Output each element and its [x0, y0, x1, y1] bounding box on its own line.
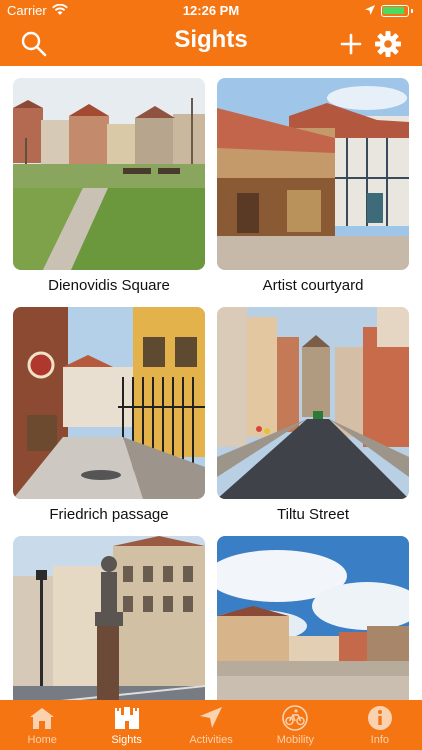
location-icon	[364, 4, 376, 19]
sight-name: Friedrich passage	[49, 506, 169, 523]
tab-mobility[interactable]: Mobility	[253, 700, 337, 750]
tab-bar: Home Sights Activities Mobility Info	[0, 700, 422, 750]
tab-label: Mobility	[276, 734, 315, 746]
tab-sights[interactable]: Sights	[84, 700, 168, 750]
sight-name: Tiltu Street	[277, 506, 349, 523]
castle-icon	[114, 707, 139, 729]
sight-photo	[13, 536, 205, 700]
sight-card[interactable]: Tiltu Street	[217, 307, 409, 523]
sight-card[interactable]	[13, 536, 205, 700]
tab-home[interactable]: Home	[0, 700, 84, 750]
top-bar: Carrier 12:26 PM Sights	[0, 0, 422, 66]
sight-photo	[13, 78, 205, 270]
sight-photo	[217, 78, 409, 270]
gear-icon	[375, 31, 401, 57]
sight-photo	[13, 307, 205, 499]
sight-photo	[217, 536, 409, 700]
sight-card[interactable]: Artist courtyard	[217, 78, 409, 294]
tab-label: Home	[27, 734, 57, 746]
tab-label: Activities	[189, 734, 233, 746]
tab-label: Info	[370, 734, 389, 746]
clock: 12:26 PM	[182, 3, 240, 18]
tab-activities[interactable]: Activities	[169, 700, 253, 750]
battery-icon	[381, 5, 413, 17]
navigation-arrow-icon	[200, 707, 223, 728]
sight-card[interactable]: Dienovidis Square	[13, 78, 205, 294]
sight-photo	[217, 307, 409, 499]
bicycle-icon	[282, 705, 309, 731]
status-bar: Carrier 12:26 PM	[0, 0, 422, 22]
add-button[interactable]	[337, 30, 365, 58]
sight-card[interactable]: Friedrich passage	[13, 307, 205, 523]
sight-name: Dienovidis Square	[48, 277, 170, 294]
sights-grid: Dienovidis Square Artist courtyard Fried…	[0, 66, 422, 700]
sight-card[interactable]	[217, 536, 409, 700]
home-icon	[30, 708, 55, 729]
tab-label: Sights	[111, 734, 142, 746]
plus-icon	[340, 33, 362, 55]
sight-name: Artist courtyard	[262, 277, 364, 294]
settings-button[interactable]	[374, 30, 402, 58]
tab-info[interactable]: Info	[338, 700, 422, 750]
info-icon	[367, 706, 392, 730]
